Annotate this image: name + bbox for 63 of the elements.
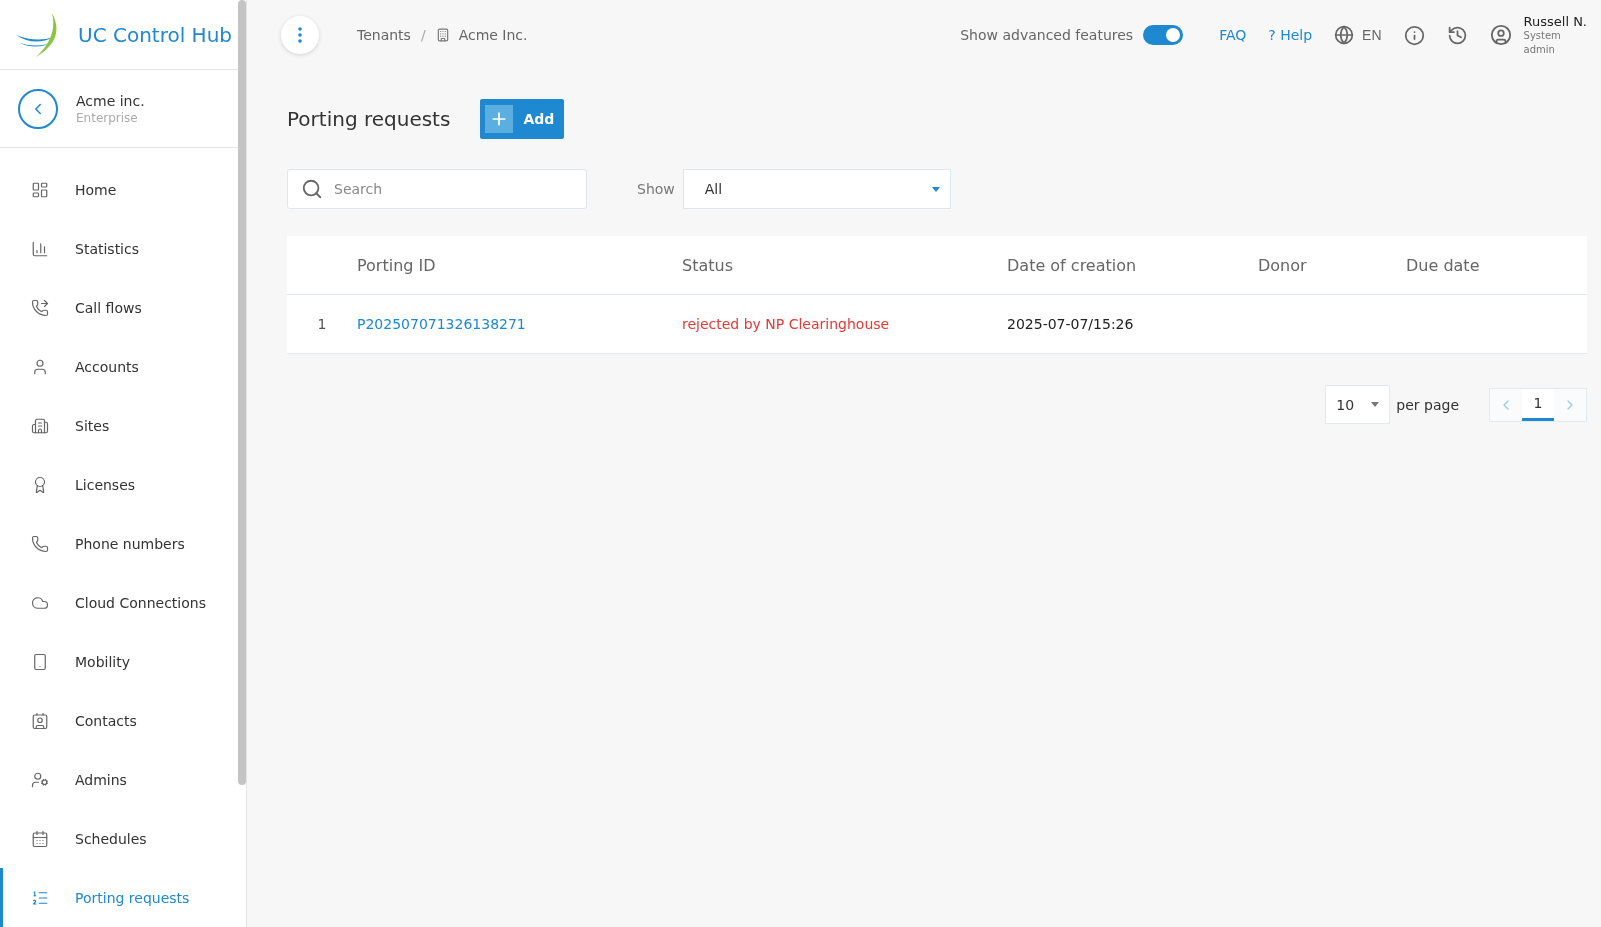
user-gear-icon [31, 770, 49, 789]
row-number: 1 [316, 316, 328, 332]
sidebar-item[interactable]: Sites [0, 396, 236, 455]
sidebar-item[interactable]: Statistics [0, 219, 236, 278]
table-cell-text: 2025-07-07/15:26 [1007, 316, 1135, 332]
advanced-features-label: Show advanced features [960, 27, 1134, 43]
contact-card-icon [31, 711, 49, 730]
breadcrumb-separator: / [420, 27, 426, 43]
sidebar-item[interactable]: Home [0, 160, 236, 219]
show-dropdown[interactable]: All [682, 169, 951, 209]
history-button[interactable] [1446, 24, 1468, 46]
building-icon [31, 416, 49, 435]
column-header[interactable]: Porting ID [357, 255, 682, 275]
smartphone-icon [31, 652, 49, 671]
sidebar-item[interactable]: Call flows [0, 278, 236, 337]
back-button[interactable] [18, 88, 58, 129]
sidebar-item[interactable]: Mobility [0, 632, 236, 691]
sidebar-item[interactable]: Accounts [0, 337, 236, 396]
column-header[interactable]: Date of creation [1007, 255, 1258, 275]
sidebar-item[interactable]: Licenses [0, 455, 236, 514]
calendar-icon [31, 829, 49, 848]
breadcrumb-link[interactable]: Tenants [357, 27, 411, 43]
breadcrumb-link[interactable]: Acme Inc. [458, 27, 528, 43]
sidebar-item[interactable]: Cloud Connections [0, 573, 236, 632]
page-title: Porting requests [287, 107, 451, 131]
add-button[interactable]: Add [480, 99, 565, 139]
brand-name: UC Control Hub [78, 22, 233, 47]
sidebar-item[interactable]: Contacts [0, 691, 236, 750]
phone-icon [31, 298, 49, 317]
more-vertical-icon [298, 27, 302, 43]
list-icon [31, 888, 49, 907]
show-label: Show [637, 181, 675, 197]
porting-id-link[interactable]: P202507071326138271 [357, 316, 682, 332]
column-header[interactable]: Status [682, 255, 1007, 275]
tenant-name: Acme inc. [76, 92, 145, 109]
phone-icon [31, 534, 49, 553]
tenant-type: Enterprise [76, 110, 139, 125]
building-icon [435, 28, 450, 42]
page-button[interactable]: 1 [1522, 388, 1554, 421]
info-button[interactable] [1403, 24, 1425, 46]
language-button[interactable]: EN [1334, 25, 1382, 45]
more-button[interactable] [281, 16, 319, 54]
faq-link[interactable]: FAQ [1219, 27, 1247, 43]
column-header[interactable]: Due date [1406, 255, 1587, 275]
scrollbar[interactable] [238, 0, 246, 785]
person-icon [31, 357, 49, 376]
column-header[interactable]: Donor [1258, 255, 1406, 275]
sidebar-item[interactable]: Porting requests [0, 868, 236, 927]
dashboard-icon [31, 180, 49, 199]
sidebar-item[interactable]: Admins [0, 750, 236, 809]
bar-chart-icon [31, 239, 49, 258]
per-page-dropdown[interactable]: 10 [1325, 385, 1391, 424]
status-text: rejected by NP Clearinghouse [682, 316, 891, 332]
sidebar-item[interactable]: Schedules [0, 809, 236, 868]
search-icon [301, 178, 323, 200]
sidebar-item[interactable]: Phone numbers [0, 514, 236, 573]
user-name: Russell N. [1523, 13, 1587, 29]
advanced-features-toggle[interactable] [1143, 25, 1184, 45]
search-field[interactable]: Search [287, 169, 587, 209]
user-role: System admin [1523, 28, 1562, 57]
help-link[interactable]: ? Help [1268, 27, 1313, 43]
per-page-label: per page [1396, 396, 1459, 413]
user-avatar-button[interactable] [1489, 24, 1512, 46]
